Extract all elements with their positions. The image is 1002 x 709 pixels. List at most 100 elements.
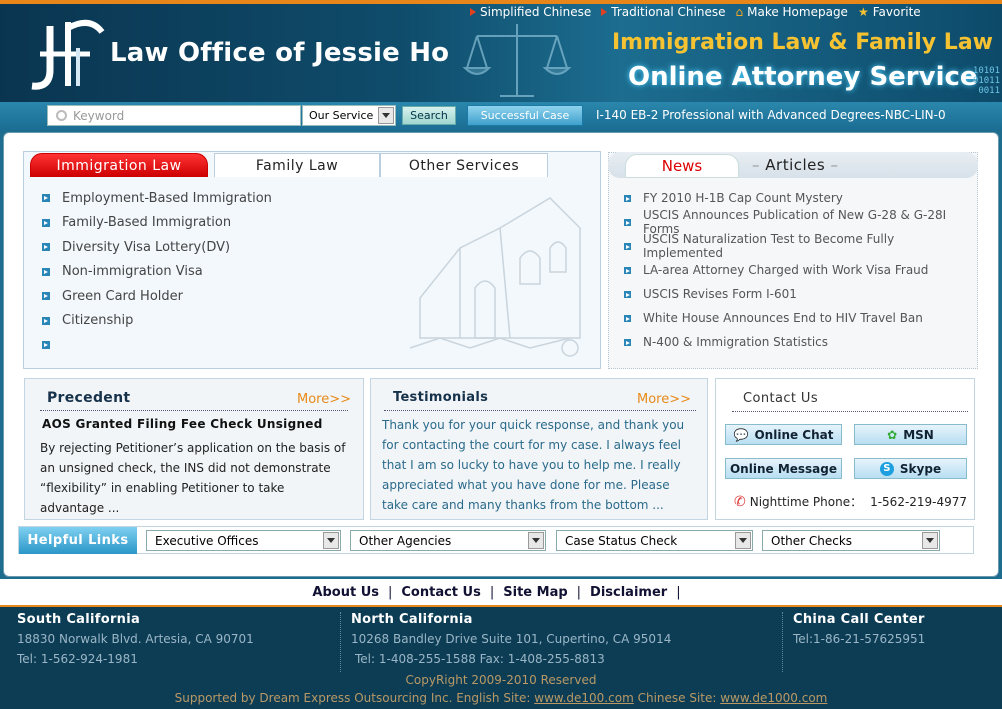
- news-item[interactable]: USCIS Revises Form I-601: [624, 282, 974, 306]
- list-item[interactable]: Family-Based Immigration: [42, 211, 372, 236]
- chevron-down-icon[interactable]: [528, 532, 544, 549]
- scales-of-justice-icon: [462, 24, 572, 97]
- arrow-bullet-icon: [42, 194, 50, 203]
- chevron-down-icon[interactable]: [323, 532, 339, 549]
- testimonial-text: Thank you for your quick response, and t…: [382, 418, 685, 512]
- arrow-bullet-icon: [42, 341, 50, 350]
- arrow-bullet-icon: [624, 338, 631, 346]
- office-china-phone: Tel:1-86-21-57625951: [793, 632, 926, 646]
- chinese-site-link[interactable]: www.de1000.com: [720, 691, 827, 705]
- brand-name: Law Office of Jessie Ho: [110, 38, 450, 68]
- arrow-bullet-icon: [624, 266, 631, 274]
- contact-title: Contact Us: [743, 391, 818, 406]
- office-south-phone: Tel: 1-562-924-1981: [17, 652, 138, 666]
- list-item[interactable]: Employment-Based Immigration: [42, 186, 372, 211]
- law-tabs: Immigration Law Family Law Other Service…: [30, 153, 548, 179]
- news-item[interactable]: LA-area Attorney Charged with Work Visa …: [624, 258, 974, 282]
- list-item[interactable]: [42, 333, 372, 358]
- divider: [40, 410, 348, 411]
- arrow-icon: [601, 8, 608, 16]
- arrow-bullet-icon: [624, 218, 631, 226]
- list-item[interactable]: Green Card Holder: [42, 284, 372, 309]
- office-south-address: 18830 Norwalk Blvd. Artesia, CA 90701: [17, 632, 254, 646]
- office-south-name: South California: [17, 612, 141, 627]
- executive-offices-select[interactable]: Executive Offices: [146, 530, 341, 551]
- other-agencies-select[interactable]: Other Agencies: [350, 530, 546, 551]
- link-simplified-chinese[interactable]: Simplified Chinese: [470, 5, 591, 19]
- jh-logo-icon[interactable]: [20, 18, 106, 92]
- home-icon: ⌂: [735, 5, 744, 19]
- footer-link-site-map[interactable]: Site Map: [503, 585, 567, 600]
- slogan-line-1: Immigration Law & Family Law: [612, 30, 993, 55]
- tab-articles[interactable]: – Articles –: [752, 156, 839, 174]
- divider: [384, 410, 696, 411]
- copyright: CopyRight 2009-2010 Reserved: [405, 673, 597, 687]
- news-item[interactable]: USCIS Naturalization Test to Become Full…: [624, 232, 974, 260]
- online-chat-button[interactable]: 💬 Online Chat: [725, 424, 842, 445]
- chevron-down-icon[interactable]: [378, 107, 394, 124]
- chevron-down-icon[interactable]: [922, 532, 938, 549]
- online-message-button[interactable]: Online Message: [725, 458, 842, 479]
- arrow-bullet-icon: [42, 267, 50, 276]
- footer-divider: [340, 612, 341, 672]
- testimonials-more-link[interactable]: More>>: [637, 392, 691, 407]
- precedent-title: Precedent: [47, 390, 131, 406]
- list-item[interactable]: Citizenship: [42, 309, 372, 334]
- news-item[interactable]: USCIS Announces Publication of New G-28 …: [624, 208, 974, 236]
- slogan-line-2: Online Attorney Service: [628, 62, 978, 92]
- testimonials-title: Testimonials: [393, 390, 489, 405]
- successful-case-button[interactable]: Successful Case: [467, 105, 583, 126]
- skype-button[interactable]: S Skype: [854, 458, 967, 479]
- service-select[interactable]: Our Service: [302, 105, 396, 126]
- divider: [732, 411, 968, 412]
- arrow-bullet-icon: [624, 242, 631, 250]
- house-sketch-illustration: [409, 197, 581, 357]
- star-icon: ★: [857, 5, 869, 19]
- office-china-name: China Call Center: [793, 612, 925, 627]
- arrow-icon: [470, 8, 476, 16]
- search-input[interactable]: Keyword: [47, 105, 301, 126]
- binary-decoration: 10101 01011 0011: [972, 66, 1000, 96]
- english-site-link[interactable]: www.de100.com: [534, 691, 634, 705]
- tab-immigration-law[interactable]: Immigration Law: [30, 153, 208, 177]
- search-icon: [56, 110, 67, 121]
- list-item[interactable]: Diversity Visa Lottery(DV): [42, 235, 372, 260]
- search-button[interactable]: Search: [402, 106, 456, 125]
- chevron-down-icon[interactable]: [735, 532, 751, 549]
- tab-other-services[interactable]: Other Services: [380, 153, 548, 177]
- news-item[interactable]: FY 2010 H-1B Cap Count Mystery: [624, 186, 974, 210]
- case-status-check-select[interactable]: Case Status Check: [556, 530, 753, 551]
- footer-nav: About Us | Contact Us | Site Map | Disclaim…: [0, 579, 1002, 605]
- link-traditional-chinese[interactable]: Traditional Chinese: [601, 5, 725, 19]
- news-item[interactable]: N-400 & Immigration Statistics: [624, 330, 974, 354]
- tab-news[interactable]: News: [625, 154, 739, 178]
- arrow-bullet-icon: [624, 290, 631, 298]
- law-list: Employment-Based Immigration Family-Base…: [42, 186, 372, 358]
- office-north-name: North California: [351, 612, 473, 627]
- news-item[interactable]: White House Announces End to HIV Travel …: [624, 306, 974, 330]
- news-list: FY 2010 H-1B Cap Count Mystery USCIS Ann…: [624, 186, 974, 354]
- msn-button[interactable]: ✿ MSN: [854, 424, 967, 445]
- tab-family-law[interactable]: Family Law: [214, 153, 380, 177]
- list-item[interactable]: Non-immigration Visa: [42, 260, 372, 285]
- link-make-homepage[interactable]: ⌂ Make Homepage: [735, 5, 847, 19]
- arrow-bullet-icon: [42, 292, 50, 301]
- skype-icon: S: [879, 461, 894, 476]
- arrow-bullet-icon: [624, 314, 631, 322]
- msn-icon: ✿: [887, 427, 898, 442]
- office-north-phone: Tel: 1-408-255-1588 Fax: 1-408-255-8813: [355, 652, 605, 666]
- precedent-case-title[interactable]: AOS Granted Filing Fee Check Unsigned: [42, 417, 323, 431]
- support-line: Supported by Dream Express Outsourcing I…: [174, 691, 828, 705]
- footer-divider: [782, 612, 783, 672]
- precedent-more-link[interactable]: More>>: [297, 392, 351, 407]
- link-favorite[interactable]: ★ Favorite: [858, 5, 921, 19]
- arrow-bullet-icon: [42, 218, 50, 227]
- case-ticker[interactable]: I-140 EB-2 Professional with Advanced De…: [596, 108, 946, 122]
- footer-link-disclaimer[interactable]: Disclaimer: [590, 585, 667, 600]
- footer-link-contact-us[interactable]: Contact Us: [401, 585, 480, 600]
- other-checks-select[interactable]: Other Checks: [762, 530, 940, 551]
- office-north-address: 10268 Bandley Drive Suite 101, Cupertino…: [351, 632, 672, 646]
- phone-icon: ✆: [734, 493, 746, 510]
- footer-link-about-us[interactable]: About Us: [312, 585, 379, 600]
- arrow-bullet-icon: [42, 243, 50, 252]
